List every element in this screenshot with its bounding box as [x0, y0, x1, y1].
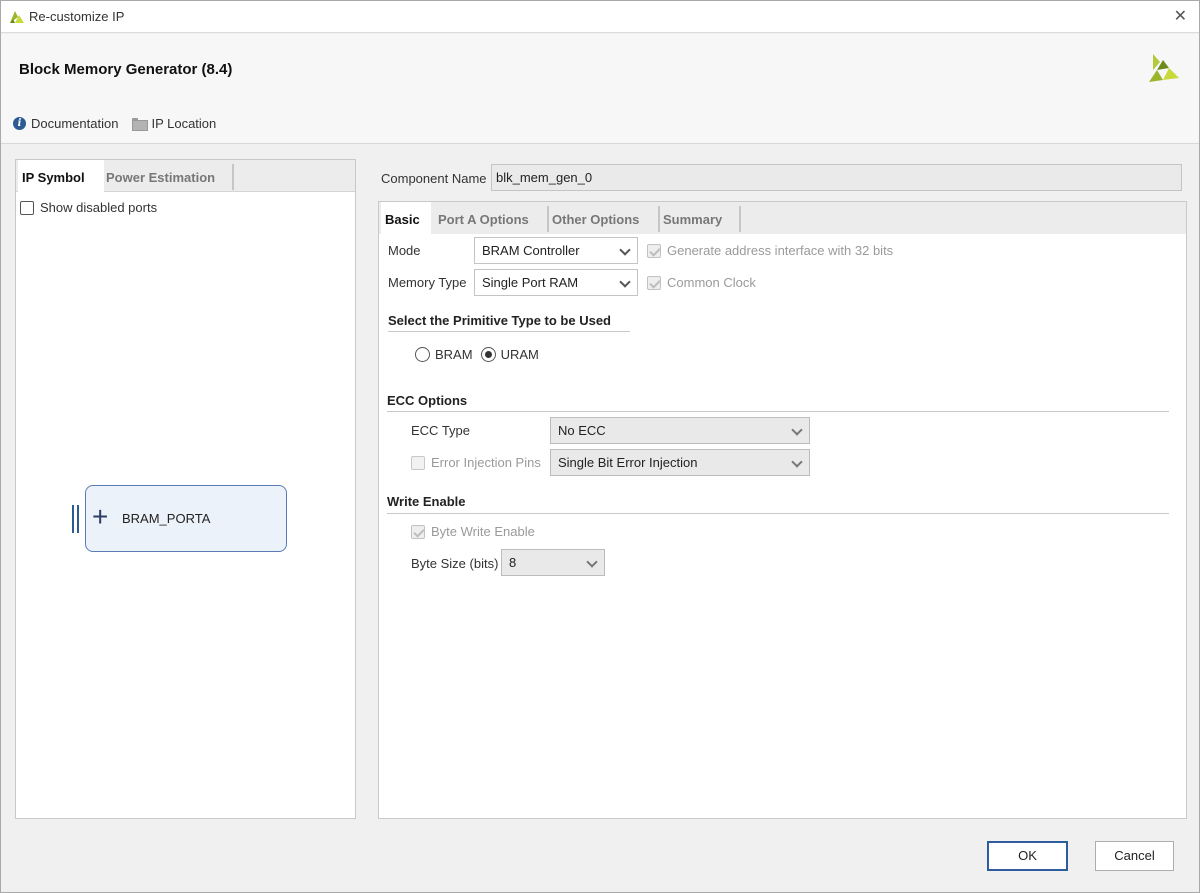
memory-type-value: Single Port RAM [482, 275, 579, 290]
error-injection-value: Single Bit Error Injection [558, 455, 698, 470]
ecc-section-title: ECC Options [387, 393, 468, 408]
show-disabled-ports-row[interactable]: Show disabled ports [20, 200, 157, 215]
chevron-down-icon [791, 424, 803, 436]
folder-icon [132, 118, 149, 131]
expand-port-icon[interactable]: + [92, 503, 108, 531]
error-injection-row: Error Injection Pins [411, 455, 541, 470]
documentation-link[interactable]: i Documentation [13, 116, 118, 131]
port-bus-icon [72, 505, 84, 533]
dialog-header: Block Memory Generator (8.4) i Documenta… [1, 34, 1199, 144]
tab-port-a-options[interactable]: Port A Options [434, 202, 544, 234]
tab-power-estimation[interactable]: Power Estimation [102, 160, 232, 192]
error-injection-checkbox [411, 455, 425, 470]
mode-select[interactable]: BRAM Controller [474, 237, 638, 264]
primitive-radio-group: BRAM URAM [415, 347, 539, 362]
brand-logo-icon [1149, 54, 1179, 82]
section-divider [387, 513, 1169, 514]
common-clock-checkbox [647, 275, 661, 290]
tab-basic[interactable]: Basic [381, 202, 431, 235]
common-clock-label: Common Clock [667, 275, 756, 290]
gen-address-label: Generate address interface with 32 bits [667, 243, 894, 258]
ok-button[interactable]: OK [987, 841, 1068, 871]
ecc-type-value: No ECC [558, 423, 606, 438]
uram-radio[interactable] [480, 347, 496, 362]
uram-radio-label: URAM [500, 347, 539, 362]
chevron-down-icon [586, 556, 598, 568]
memory-type-label: Memory Type [388, 275, 467, 290]
component-name-field[interactable]: blk_mem_gen_0 [491, 164, 1182, 191]
configuration-panel: Basic Port A Options Other Options Summa… [378, 201, 1187, 819]
tab-ip-symbol[interactable]: IP Symbol [18, 160, 104, 193]
chevron-down-icon [619, 244, 631, 256]
ecc-type-label: ECC Type [411, 423, 471, 438]
chevron-down-icon [791, 456, 803, 468]
primitive-section-title: Select the Primitive Type to be Used [388, 313, 611, 328]
bram-radio-label: BRAM [435, 347, 473, 362]
dialog-window: Re-customize IP ✕ Block Memory Generator… [0, 0, 1200, 893]
section-divider [388, 331, 630, 332]
right-tab-bar: Basic Port A Options Other Options Summa… [379, 202, 1186, 235]
byte-write-checkbox [411, 524, 425, 539]
byte-size-value: 8 [509, 555, 517, 570]
byte-write-label: Byte Write Enable [431, 524, 535, 539]
window-title: Re-customize IP [29, 9, 125, 24]
page-title: Block Memory Generator (8.4) [19, 61, 233, 78]
header-links: i Documentation IP Location [13, 116, 216, 131]
byte-size-select[interactable]: 8 [501, 549, 605, 576]
chevron-down-icon [619, 276, 631, 288]
error-injection-label: Error Injection Pins [431, 455, 541, 470]
byte-size-label: Byte Size (bits) [411, 556, 499, 571]
section-divider [387, 411, 1169, 412]
ip-location-label: IP Location [151, 116, 217, 131]
documentation-label: Documentation [31, 116, 119, 131]
tab-separator [739, 206, 741, 232]
write-enable-section-title: Write Enable [387, 494, 466, 509]
port-label: BRAM_PORTA [122, 511, 211, 526]
ecc-type-select[interactable]: No ECC [550, 417, 810, 444]
tab-other-options[interactable]: Other Options [548, 202, 656, 234]
common-clock-row: Common Clock [647, 275, 756, 290]
mode-value: BRAM Controller [482, 243, 580, 258]
tab-separator [232, 164, 234, 190]
bram-radio[interactable] [415, 347, 430, 362]
gen-address-row: Generate address interface with 32 bits [647, 243, 893, 258]
memory-type-select[interactable]: Single Port RAM [474, 269, 638, 296]
close-icon[interactable]: ✕ [1174, 6, 1187, 26]
byte-write-row: Byte Write Enable [411, 524, 535, 539]
title-bar: Re-customize IP ✕ [1, 1, 1199, 33]
cancel-button[interactable]: Cancel [1095, 841, 1174, 871]
tab-summary[interactable]: Summary [659, 202, 739, 234]
left-tab-bar: IP Symbol Power Estimation [16, 160, 355, 193]
info-icon: i [13, 117, 26, 130]
mode-label: Mode [388, 243, 421, 258]
gen-address-checkbox [647, 243, 661, 258]
ip-symbol-panel: IP Symbol Power Estimation Show disabled… [15, 159, 356, 819]
show-disabled-ports-checkbox[interactable] [20, 200, 34, 215]
component-name-label: Component Name [381, 171, 487, 186]
app-logo-icon [10, 11, 24, 23]
ip-location-link[interactable]: IP Location [132, 116, 216, 131]
show-disabled-ports-label: Show disabled ports [40, 200, 158, 215]
error-injection-select[interactable]: Single Bit Error Injection [550, 449, 810, 476]
